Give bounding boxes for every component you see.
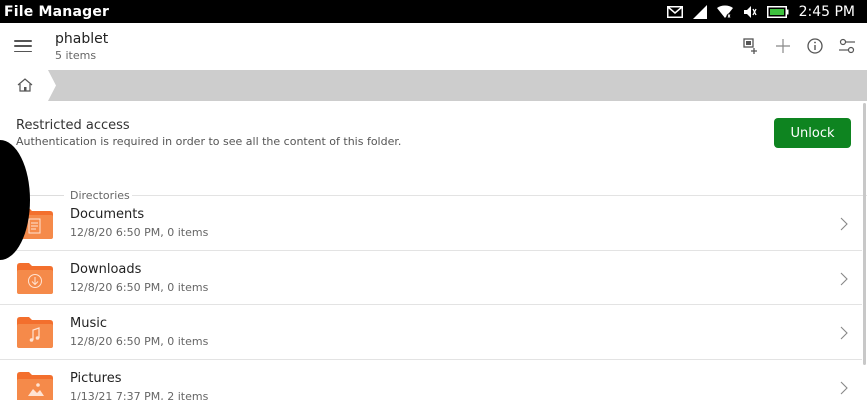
menu-icon[interactable]	[14, 37, 32, 55]
list-item-documents[interactable]: Documents 12/8/20 6:50 PM, 0 items	[0, 196, 862, 251]
breadcrumb-home[interactable]	[0, 70, 58, 101]
list-item-name: Downloads	[70, 261, 142, 277]
list-item-name: Pictures	[70, 370, 122, 386]
add-icon[interactable]	[773, 36, 793, 56]
home-icon	[17, 78, 33, 92]
header: phablet 5 items	[0, 23, 867, 70]
status-bar: File Manager 2:45 PM	[0, 0, 867, 23]
indicators[interactable]: 2:45 PM	[666, 4, 867, 20]
restricted-title: Restricted access	[16, 118, 130, 133]
downloads-folder-icon	[17, 262, 53, 298]
app-title: File Manager	[4, 3, 110, 20]
header-titles: phablet 5 items	[55, 31, 108, 63]
directory-list: Documents 12/8/20 6:50 PM, 0 items Downl…	[0, 196, 862, 400]
bookmark-add-icon[interactable]	[741, 36, 761, 56]
list-item-name: Music	[70, 316, 107, 331]
list-item-music[interactable]: Music 12/8/20 6:50 PM, 0 items	[0, 305, 862, 360]
item-count: 5 items	[55, 49, 97, 62]
restricted-access-banner: Restricted access Authentication is requ…	[0, 101, 867, 171]
message-icon[interactable]	[666, 5, 683, 18]
list-item-name: Documents	[70, 207, 145, 222]
page-title: phablet	[55, 31, 109, 47]
settings-toggles-icon[interactable]	[837, 36, 857, 56]
header-actions	[741, 36, 857, 56]
pictures-folder-icon	[17, 371, 53, 400]
list-item-pictures[interactable]: Pictures 1/13/21 7:37 PM, 2 items	[0, 360, 862, 400]
list-item-meta: 12/8/20 6:50 PM, 0 items	[70, 280, 209, 294]
unlock-button[interactable]: Unlock	[774, 118, 851, 148]
chevron-right-icon	[840, 216, 848, 235]
chevron-right-icon	[840, 271, 848, 290]
restricted-description: Authentication is required in order to s…	[16, 135, 402, 148]
music-folder-icon	[17, 316, 53, 352]
clock[interactable]: 2:45 PM	[799, 4, 855, 20]
cellular-signal-icon[interactable]	[692, 4, 707, 19]
scrollbar[interactable]	[863, 103, 866, 365]
volume-muted-icon[interactable]	[743, 5, 757, 19]
list-item-meta: 12/8/20 6:50 PM, 0 items	[70, 226, 209, 239]
list-item-downloads[interactable]: Downloads 12/8/20 6:50 PM, 0 items	[0, 251, 862, 305]
chevron-right-icon	[840, 380, 848, 399]
file-manager-window: phablet 5 items Restricted access Authen…	[0, 23, 867, 400]
battery-icon[interactable]	[766, 5, 789, 18]
path-bar	[0, 70, 867, 101]
list-item-meta: 1/13/21 7:37 PM, 2 items	[70, 389, 209, 400]
chevron-right-icon	[840, 325, 848, 344]
wifi-icon[interactable]	[716, 4, 733, 19]
list-item-meta: 12/8/20 6:50 PM, 0 items	[70, 335, 209, 348]
info-icon[interactable]	[805, 36, 825, 56]
